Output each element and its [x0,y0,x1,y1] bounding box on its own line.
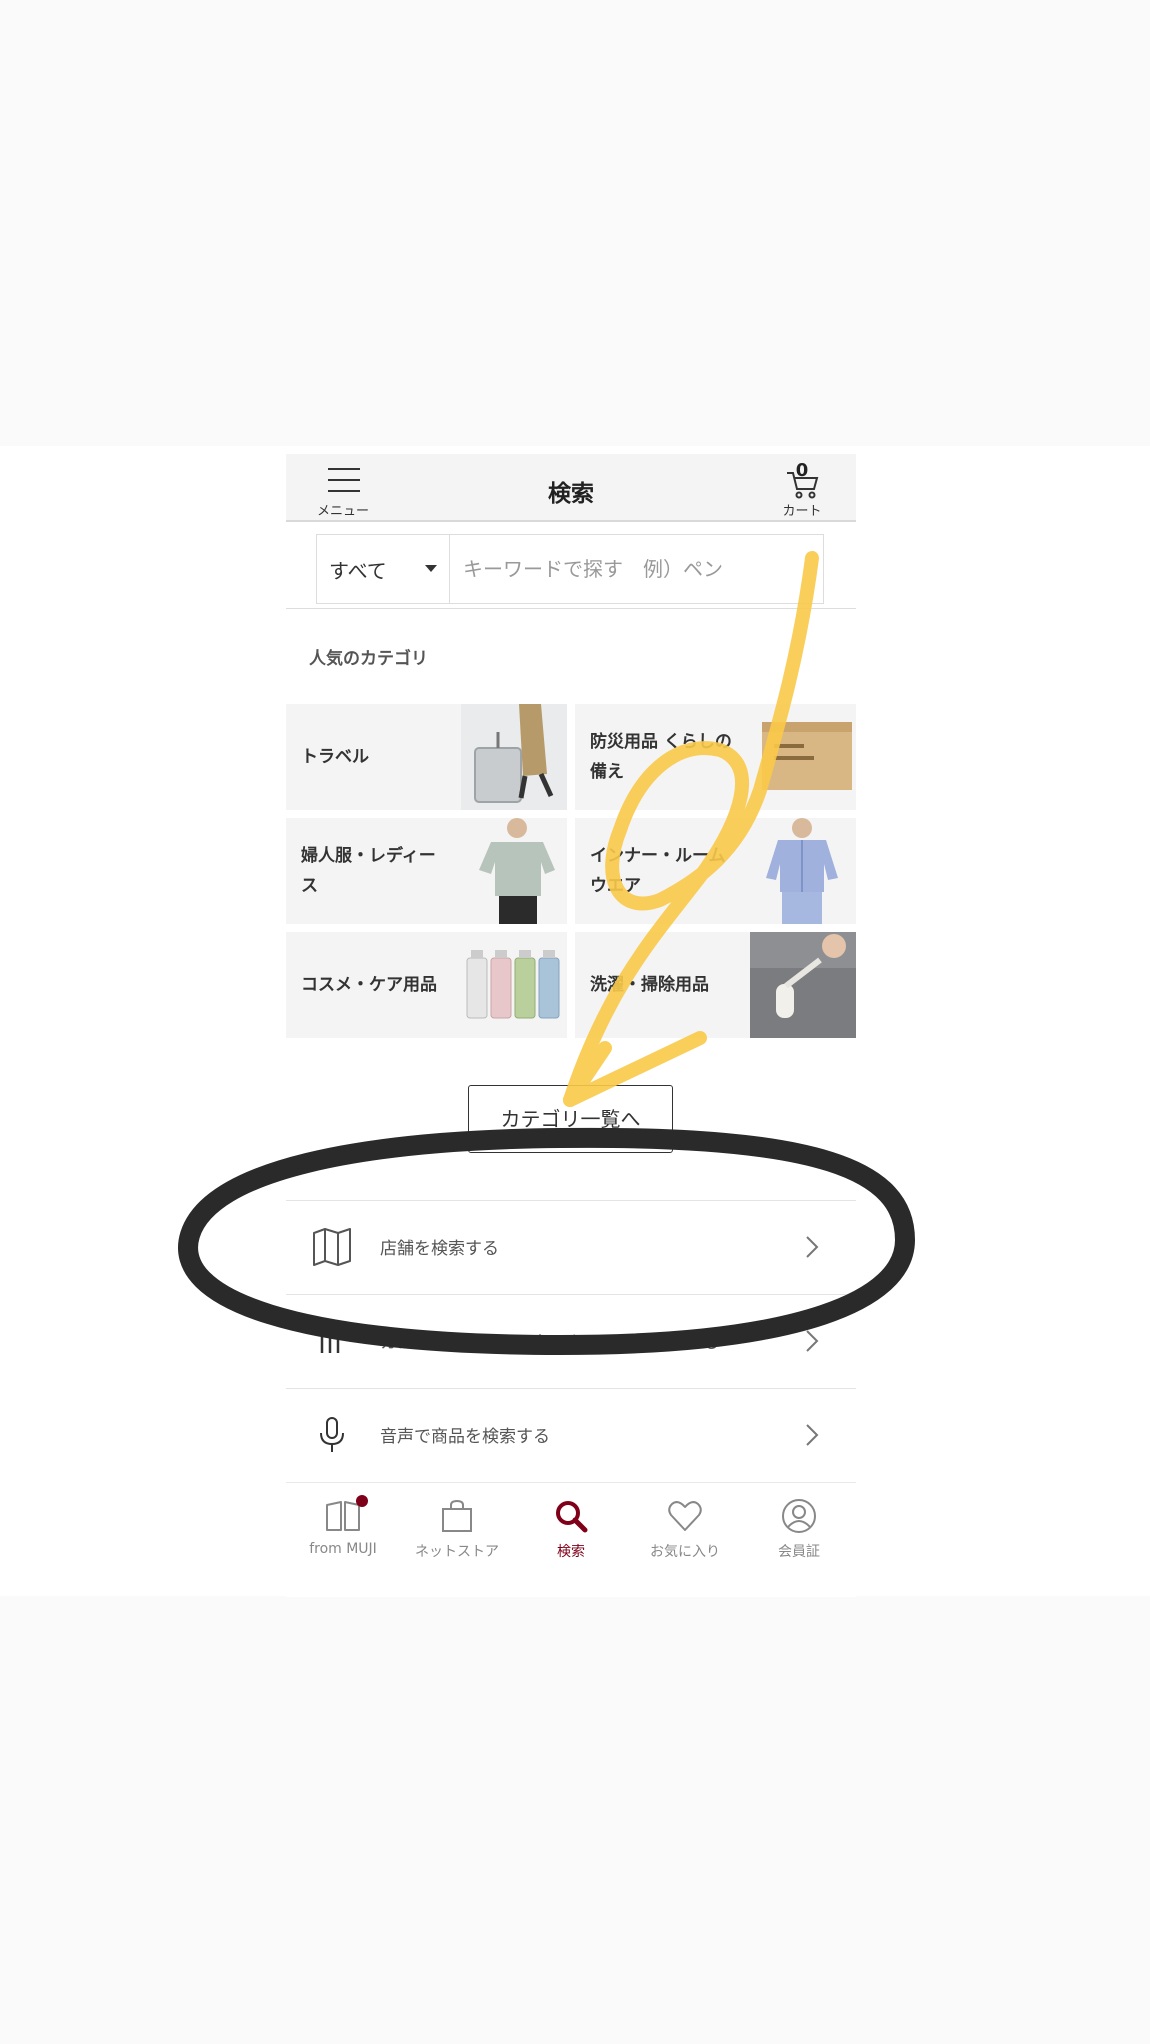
pajama-photo [750,818,856,924]
search-box: すべて [316,534,824,604]
shopping-bag-icon [442,1499,472,1532]
voice-search-row[interactable]: 音声で商品を検索する [286,1388,856,1483]
popular-categories-title: 人気のカテゴリ [309,649,428,669]
suitcase-photo [461,704,567,810]
category-label: トラベル [301,747,369,767]
tab-search[interactable]: 検索 [514,1483,628,1597]
row-label: 店舗を検索する [380,1239,499,1259]
tab-net-store[interactable]: ネットストア [400,1483,514,1597]
tab-label: from MUJI [309,1541,377,1557]
search-scope-value: すべて [329,559,387,583]
tab-from-muji[interactable]: from MUJI [286,1483,400,1597]
category-label: インナー・ルームウエア [590,846,726,896]
barcode-icon [320,1329,340,1353]
category-label: コスメ・ケア用品 [301,975,437,995]
category-tile-laundry[interactable]: 洗濯・掃除用品 [575,932,856,1038]
category-label: 防災用品 くらしの備え [590,732,732,782]
heart-icon [668,1501,702,1531]
cart-button[interactable]: 0 カート [764,460,840,519]
cardboard-box-photo [750,704,856,810]
category-label: 婦人服・レディース [301,846,436,896]
category-tile-cosmetics[interactable]: コスメ・ケア用品 [286,932,567,1038]
tab-label: 会員証 [778,1544,820,1560]
category-tile-innerwear[interactable]: インナー・ルームウエア [575,818,856,924]
search-bar: すべて [286,522,856,609]
lint-roller-photo [750,932,856,1038]
bottom-tab-bar: from MUJI ネットストア 検索 お気に入り 会員証 [286,1482,856,1597]
category-tile-travel[interactable]: トラベル [286,704,567,810]
app-screen: メニュー 検索 0 カート すべて キーワードで探す 例）ペン 人気のカテゴリ … [0,446,1150,1597]
search-input[interactable] [451,535,821,603]
phone-viewport: メニュー 検索 0 カート すべて キーワードで探す 例）ペン 人気のカテゴリ … [286,446,856,1597]
womens-shirt-photo [461,818,567,924]
category-list-button[interactable]: カテゴリ一覧へ [468,1085,673,1153]
tab-favorites[interactable]: お気に入り [628,1483,742,1597]
cosmetic-bottles-photo [461,932,567,1038]
book-icon [326,1501,360,1531]
store-search-row[interactable]: 店舗を検索する [286,1200,856,1295]
chevron-right-icon [806,1236,819,1258]
category-tile-womens[interactable]: 婦人服・レディース [286,818,567,924]
chevron-right-icon [806,1330,819,1352]
tab-label: 検索 [557,1544,585,1560]
search-icon [556,1501,588,1533]
cart-icon [787,472,819,499]
user-icon [782,1499,816,1533]
row-label: カメラでバーコードをスキャンして検索する [380,1333,720,1353]
row-label: 音声で商品を検索する [380,1427,550,1447]
barcode-scan-row[interactable]: カメラでバーコードをスキャンして検索する [286,1294,856,1389]
category-tile-disaster-prep[interactable]: 防災用品 くらしの備え [575,704,856,810]
tab-label: お気に入り [650,1544,720,1560]
tab-member-card[interactable]: 会員証 [742,1483,856,1597]
tab-label: ネットストア [415,1544,499,1560]
map-icon [313,1228,351,1266]
chevron-right-icon [806,1424,819,1446]
app-header: メニュー 検索 0 カート [286,454,856,522]
microphone-icon [320,1417,344,1452]
category-label: 洗濯・掃除用品 [590,975,709,995]
search-scope-select[interactable]: すべて [317,535,450,603]
cart-label: カート [782,504,822,519]
notification-badge [356,1495,368,1507]
caret-down-icon [425,565,437,572]
